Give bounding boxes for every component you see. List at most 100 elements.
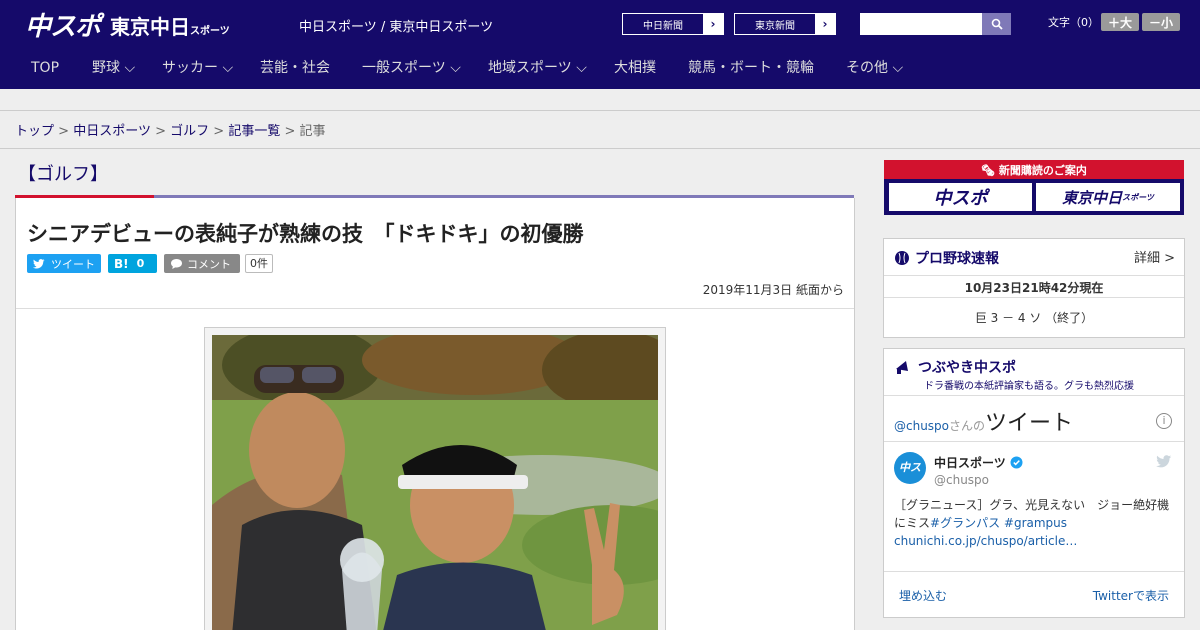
search-button[interactable] (982, 13, 1011, 35)
tokyo-subscribe-text: 東京中日 (1062, 188, 1123, 207)
nav-item-local-sports[interactable]: 地域スポーツ ⌵ (488, 48, 587, 89)
nav-item-baseball[interactable]: 野球 ⌵ (92, 48, 135, 89)
font-size-label: 文字（0） (1048, 16, 1099, 29)
nav-item-label: 地域スポーツ (488, 60, 572, 76)
baseball-detail-link[interactable]: 詳細 > (1134, 247, 1175, 266)
main-nav: TOP 野球 ⌵ サッカー ⌵ 芸能・社会 一般スポーツ ⌵ 地域スポーツ ⌵ … (0, 48, 1200, 89)
article-card: シニアデビューの表純子が熟練の技 「ドキドキ」の初優勝 ツイート B! 0 コメ… (15, 198, 855, 630)
search-box (860, 13, 1011, 35)
tokyo-chunichi-subscribe-logo[interactable]: 東京中日 スポーツ (1036, 183, 1180, 211)
hatena-label: B! (114, 256, 129, 271)
article-headline: シニアデビューの表純子が熟練の技 「ドキドキ」の初優勝 (27, 222, 584, 246)
search-input[interactable] (860, 13, 982, 35)
comment-button[interactable]: コメント (164, 254, 240, 273)
article-divider (16, 308, 854, 309)
baseball-live-panel: プロ野球速報 詳細 > 10月23日21時42分現在 巨 3 － 4 ソ （終了… (883, 238, 1185, 338)
account-handle[interactable]: @chuspo (934, 473, 989, 487)
nav-item-sumo[interactable]: 大相撲 (614, 48, 656, 89)
chunichi-shimbun-button[interactable]: 中日新聞 › (622, 13, 724, 35)
chunichi-shimbun-label: 中日新聞 (643, 20, 683, 32)
chevron-right-icon: › (703, 14, 723, 34)
nav-item-racing[interactable]: 競馬・ボート・競輪 (688, 48, 814, 89)
view-on-twitter-link[interactable]: Twitterで表示 (1093, 587, 1169, 604)
tokyo-logo-text: 東京中日 (110, 15, 190, 39)
nav-item-label: 芸能・社会 (260, 60, 330, 76)
top-header: 中スポ 東京中日スポーツ 中日スポーツ / 東京中日スポーツ 中日新聞 › 東京… (0, 0, 1200, 48)
breadcrumb-golf[interactable]: ゴルフ (170, 124, 209, 139)
chuspo-logo[interactable]: 中スポ (25, 6, 101, 43)
account-name[interactable]: 中日スポーツ (934, 454, 1006, 471)
breadcrumb-top[interactable]: トップ (15, 124, 54, 139)
breadcrumb-chunichi-sports[interactable]: 中日スポーツ (73, 124, 151, 139)
baseball-icon (895, 251, 909, 265)
chevron-down-icon: ⌵ (576, 60, 587, 76)
chevron-down-icon: ⌵ (892, 60, 904, 76)
breadcrumb: トップ > 中日スポーツ > ゴルフ > 記事一覧 > 記事 (0, 111, 1200, 149)
nav-item-label: 野球 (92, 60, 120, 76)
nav-item-label: TOP (31, 60, 60, 76)
nav-item-label: サッカー (162, 60, 218, 76)
tokyo-subscribe-small: スポーツ (1122, 192, 1154, 202)
megaphone-icon (896, 361, 908, 374)
nav-item-general-sports[interactable]: 一般スポーツ ⌵ (362, 48, 461, 89)
hatena-bookmark-button[interactable]: B! 0 (108, 254, 157, 273)
twitter-handle-suffix: さんの (949, 419, 986, 433)
verified-badge-icon (1010, 456, 1023, 469)
tokyo-chunichi-logo[interactable]: 東京中日スポーツ (110, 11, 230, 40)
article-photo (212, 335, 658, 630)
newspaper-icon: 🗞 (981, 164, 996, 177)
subscription-title-text: 新聞購読のご案内 (998, 164, 1087, 177)
subscription-title: 🗞 新聞購読のご案内 (884, 162, 1184, 178)
baseball-score[interactable]: 巨 3 － 4 ソ （終了） (884, 309, 1184, 326)
breadcrumb-separator: > (284, 124, 296, 139)
twitter-bird-icon (33, 258, 45, 268)
tweet-button[interactable]: ツイート (27, 254, 101, 273)
golfers-photo (212, 335, 658, 630)
twitter-handle-link[interactable]: @chuspo (894, 419, 949, 433)
nav-item-label: その他 (846, 60, 888, 76)
chevron-down-icon: ⌵ (222, 60, 234, 76)
chevron-down-icon: ⌵ (450, 60, 461, 76)
breadcrumb-current: 記事 (299, 124, 326, 139)
tweet-article-link[interactable]: chunichi.co.jp/chuspo/article… (894, 534, 1077, 548)
site-tagline: 中日スポーツ / 東京中日スポーツ (299, 20, 494, 35)
twitter-panel-title: つぶやき中スポ (918, 360, 1016, 376)
tokyo-shimbun-button[interactable]: 東京新聞 › (734, 13, 836, 35)
tokyo-shimbun-label: 東京新聞 (755, 20, 795, 32)
breadcrumb-article-list[interactable]: 記事一覧 (228, 124, 280, 139)
nav-item-other[interactable]: その他 ⌵ (846, 48, 903, 89)
nav-item-label: 一般スポーツ (362, 60, 446, 76)
breadcrumb-separator: > (58, 124, 70, 139)
nav-item-label: 競馬・ボート・競輪 (688, 60, 814, 76)
article-photo-frame (204, 327, 666, 630)
twitter-bird-icon[interactable] (1156, 455, 1172, 468)
hashtag-grampus-jp[interactable]: #グランパス (930, 516, 1000, 530)
info-icon[interactable]: i (1156, 413, 1172, 429)
comment-label: コメント (187, 257, 231, 271)
twitter-panel-subtitle: ドラ番戦の本紙評論家も語る。グラも熱烈応援 (924, 381, 1134, 392)
nav-item-soccer[interactable]: サッカー ⌵ (162, 48, 233, 89)
hashtag-grampus[interactable]: #grampus (1004, 516, 1067, 530)
twitter-panel: つぶやき中スポ ドラ番戦の本紙評論家も語る。グラも熱烈応援 @chuspo さん… (883, 348, 1185, 618)
baseball-title: プロ野球速報 (915, 251, 999, 267)
tokyo-logo-small: スポーツ (190, 26, 230, 37)
font-smaller-button[interactable]: －小 (1142, 13, 1180, 31)
font-larger-button[interactable]: ＋大 (1101, 13, 1139, 31)
tweet-text: ［グラニュース］グラ、光見えない ジョー絶好機にミス#グランパス #grampu… (894, 496, 1176, 550)
chuspo-avatar[interactable]: 中ス (894, 452, 926, 484)
baseball-timestamp: 10月23日21時42分現在 (964, 281, 1104, 295)
nav-item-label: 大相撲 (614, 60, 656, 76)
sub-nav-bar (0, 89, 1200, 111)
hatena-count: 0 (136, 257, 145, 270)
article-date: 2019年11月3日 紙面から (702, 283, 844, 297)
nav-item-entertainment[interactable]: 芸能・社会 (260, 48, 330, 89)
breadcrumb-separator: > (155, 124, 166, 139)
search-icon (991, 18, 1003, 30)
nav-item-top[interactable]: TOP (31, 48, 59, 89)
tweet-label: ツイート (51, 257, 95, 271)
speech-bubble-icon (171, 258, 182, 269)
comment-count: 0件 (245, 254, 273, 273)
chuspo-subscribe-logo[interactable]: 中スポ (889, 183, 1032, 211)
embed-link[interactable]: 埋め込む (899, 587, 947, 604)
category-heading: 【ゴルフ】 (18, 164, 108, 185)
